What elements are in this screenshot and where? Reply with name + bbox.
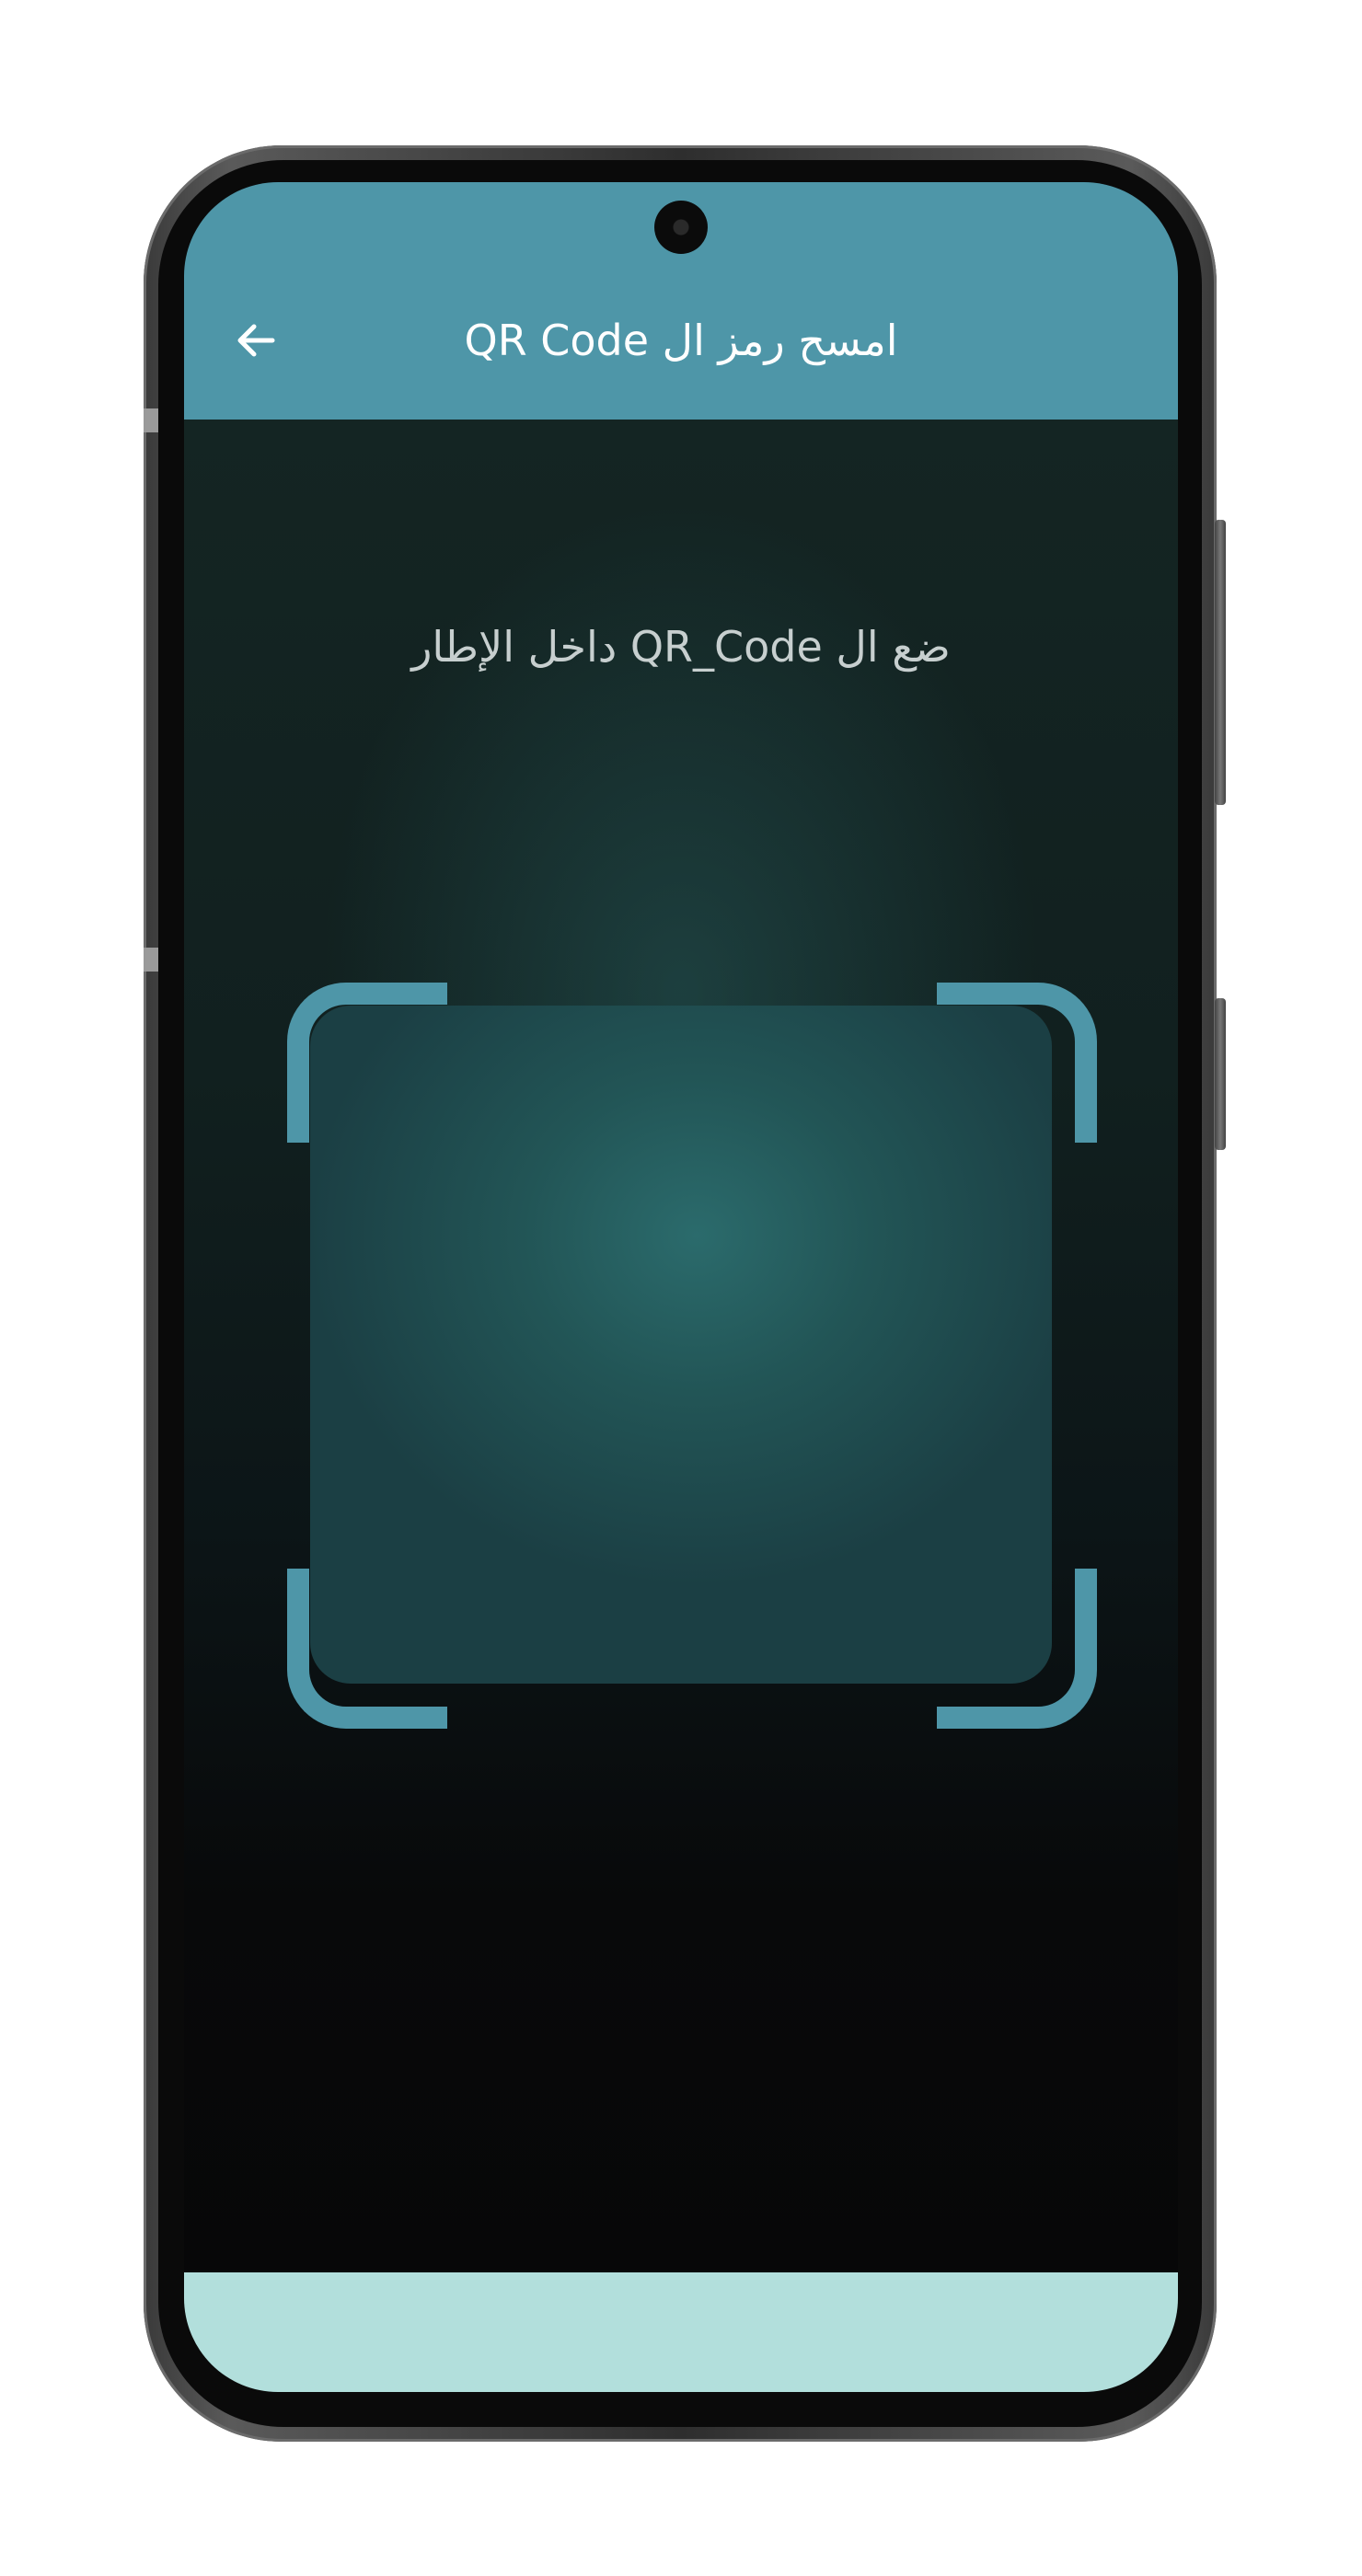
- frame-corner-top-right: [937, 983, 1097, 1143]
- frame-corner-top-left: [287, 983, 447, 1143]
- bottom-bar: [184, 2272, 1178, 2392]
- page-title: امسح رمز ال QR Code: [464, 316, 898, 365]
- page: امسح رمز ال QR Code ضع ال QR_Code داخل ا…: [0, 0, 1362, 2576]
- arrow-left-icon: [237, 324, 275, 357]
- front-camera: [654, 201, 708, 254]
- phone-screen: امسح رمز ال QR Code ضع ال QR_Code داخل ا…: [184, 182, 1178, 2392]
- frame-corner-bottom-left: [287, 1569, 447, 1729]
- frame-corner-bottom-right: [937, 1569, 1097, 1729]
- power-button: [1215, 520, 1226, 805]
- app-bar: امسح رمز ال QR Code: [184, 182, 1178, 420]
- volume-button: [1215, 998, 1226, 1150]
- scan-instruction: ضع ال QR_Code داخل الإطار: [411, 622, 951, 672]
- back-button[interactable]: [226, 311, 285, 370]
- camera-preview: ضع ال QR_Code داخل الإطار: [184, 420, 1178, 2272]
